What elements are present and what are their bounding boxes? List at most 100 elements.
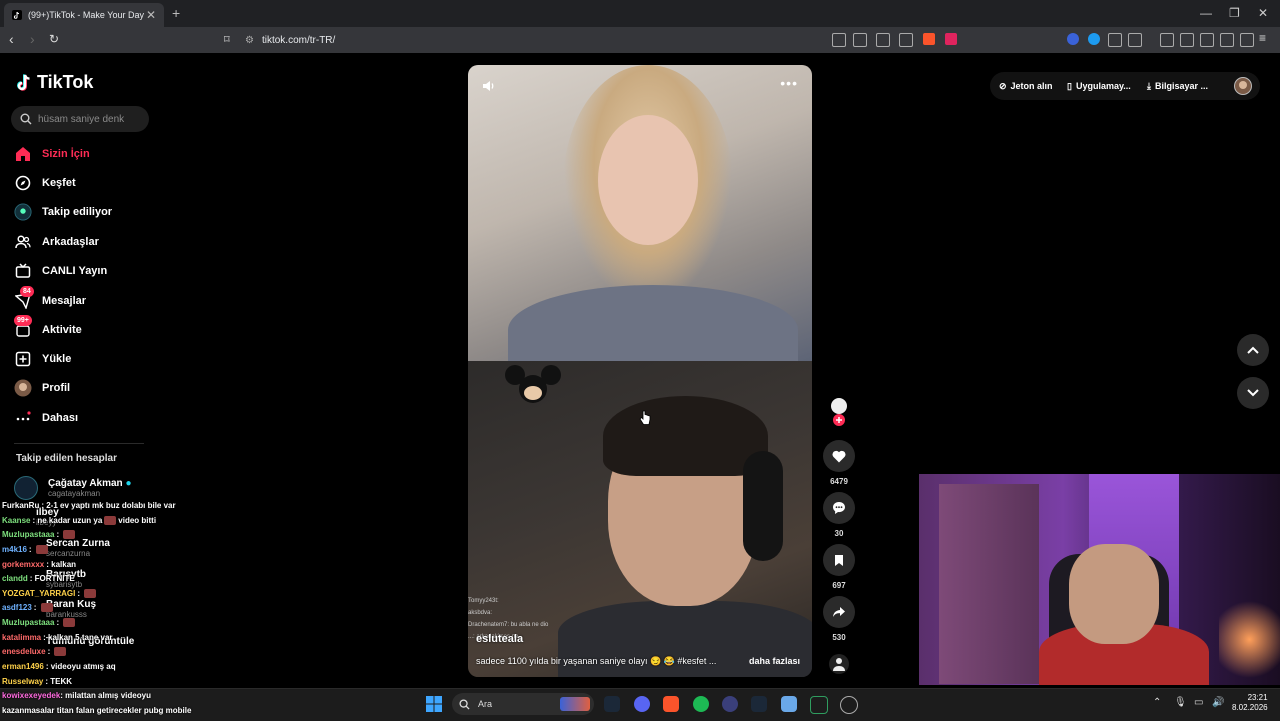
app-icon[interactable] [781, 696, 797, 712]
music-disc-button[interactable] [823, 653, 855, 680]
emote-icon [63, 530, 76, 540]
nav-item-for-you[interactable]: Sizin İçin [14, 143, 90, 165]
steam-icon[interactable] [604, 696, 620, 712]
extension-icon[interactable] [1067, 33, 1079, 45]
browser-tab[interactable]: (99+)TikTok - Make Your Day ✕ [4, 3, 164, 27]
new-tab-icon[interactable]: + [172, 5, 180, 21]
chat-message: clandd: FORTNITE [2, 574, 75, 583]
taskbar-search[interactable]: Ara [452, 693, 594, 715]
cast-icon[interactable] [876, 33, 890, 47]
volume-icon[interactable]: 🔊 [1212, 697, 1224, 708]
nav-item-following[interactable]: Takip ediliyor [14, 201, 112, 223]
site-info-icon[interactable]: ⚙ [245, 35, 254, 46]
nav-item-activity[interactable]: 99+ Aktivite [14, 315, 82, 341]
sidebar-icon[interactable] [1180, 33, 1194, 47]
following-section-title: Takip edilen hesaplar [16, 453, 117, 464]
next-video-button[interactable] [1237, 377, 1269, 409]
address-bar[interactable]: ⚙ tiktok.com/tr-TR/ [245, 30, 865, 50]
comment-count: 30 [834, 529, 844, 538]
emote-icon [35, 545, 48, 555]
translate-icon[interactable] [853, 33, 867, 47]
chat-message: Kaanse: ne kadar uzun ya video bitti [2, 516, 157, 526]
tray-chevron-icon[interactable]: ⌃ [1153, 697, 1161, 708]
extension-icon[interactable] [1088, 33, 1100, 45]
following-account[interactable]: Çağatay Akman ● cagatayakman [14, 476, 132, 500]
music-icon[interactable] [1160, 33, 1174, 47]
app-icon[interactable] [722, 696, 738, 712]
nav-item-upload[interactable]: Yükle [14, 348, 71, 370]
vpn-icon[interactable] [1240, 33, 1254, 47]
home-icon [14, 145, 32, 163]
search-input[interactable]: hüsam saniye denk [11, 106, 149, 132]
windows-start-icon[interactable] [426, 696, 442, 717]
chat-message: katalimma: kalkan 5 tane var [2, 633, 113, 642]
comment-icon [823, 492, 855, 524]
url-text: tiktok.com/tr-TR/ [261, 34, 336, 46]
minimize-icon[interactable]: — [1200, 6, 1212, 20]
reload-icon[interactable]: ↻ [49, 32, 59, 46]
forward-icon[interactable]: › [30, 31, 35, 47]
discord-icon[interactable] [634, 696, 650, 712]
maximize-icon[interactable]: ❐ [1229, 6, 1240, 20]
network-icon[interactable]: ▭ [1194, 697, 1203, 708]
get-coins-button[interactable]: ⊘ Jeton alın [999, 78, 1053, 94]
steam-icon[interactable] [751, 696, 767, 712]
volume-icon[interactable] [482, 79, 496, 96]
microphone-icon[interactable]: 🎙 [1174, 697, 1187, 708]
creator-avatar-button[interactable] [823, 396, 855, 431]
nav-item-explore[interactable]: Keşfet [14, 172, 76, 194]
get-app-button[interactable]: ▯ Uygulamay... [1067, 78, 1131, 94]
back-icon[interactable]: ‹ [9, 31, 14, 47]
brave-icon[interactable] [663, 696, 679, 712]
user-avatar-icon [1234, 77, 1252, 95]
like-button[interactable]: 6479 [823, 440, 855, 486]
video-username[interactable]: esluteala [476, 633, 523, 645]
more-icon [14, 409, 32, 427]
save-button[interactable]: 697 [823, 544, 855, 590]
app-icon[interactable] [840, 696, 858, 714]
heart-icon [823, 440, 855, 472]
chat-message: erman1496: videoyu atmış aq [2, 662, 116, 671]
compass-icon [14, 174, 32, 192]
following-account[interactable]: Sercan Zurna sercanzurna [46, 538, 110, 558]
taskbar-clock[interactable]: 23:21 8.02.2026 [1232, 693, 1268, 713]
share-button[interactable]: 530 [823, 596, 855, 642]
chat-message: m4k16: [2, 545, 50, 555]
video-player[interactable]: ••• Tomyy243t: aksbdva: Drachenatem7: bu… [468, 65, 812, 677]
previous-video-button[interactable] [1237, 334, 1269, 366]
tiktok-logo[interactable]: TikTok [16, 72, 93, 93]
emote-icon [40, 603, 53, 613]
nav-item-profile[interactable]: Profil [14, 377, 70, 399]
tab-close-icon[interactable]: ✕ [146, 8, 156, 22]
hand-cursor-icon [639, 410, 651, 431]
chat-message: Muzlupastaaa: [2, 618, 77, 628]
user-avatar[interactable] [1234, 77, 1252, 100]
share-icon[interactable] [899, 33, 913, 47]
brave-shield-icon[interactable] [923, 33, 935, 45]
download-icon: ⤓ [1147, 80, 1151, 91]
headphones [743, 451, 783, 561]
see-more-link[interactable]: daha fazlası [749, 656, 800, 666]
video-more-icon[interactable]: ••• [780, 75, 798, 91]
mickey-plush [505, 365, 561, 403]
spotify-icon[interactable] [693, 696, 709, 712]
nav-item-more[interactable]: Dahası [14, 407, 78, 429]
music-disc-icon [829, 654, 849, 674]
xbox-icon[interactable] [810, 696, 828, 714]
window-close-icon[interactable]: ✕ [1258, 6, 1268, 20]
bookmark-icon[interactable]: ⌑ [224, 33, 230, 46]
puzzle-icon[interactable] [1108, 33, 1122, 47]
tab-title: (99+)TikTok - Make Your Day [28, 10, 144, 20]
extension-icon[interactable] [1128, 33, 1142, 47]
comment-button[interactable]: 30 [823, 492, 855, 538]
nav-item-messages[interactable]: 84 Mesajlar [14, 286, 86, 312]
ai-icon[interactable] [1220, 33, 1234, 47]
nav-item-friends[interactable]: Arkadaşlar [14, 231, 99, 253]
desktop-app-button[interactable]: ⤓ Bilgisayar ... [1147, 78, 1208, 94]
menu-icon[interactable]: ≡ [1259, 31, 1271, 45]
nav-item-live[interactable]: CANLI Yayın [14, 260, 107, 282]
search-icon [459, 698, 470, 710]
media-icon[interactable] [832, 33, 846, 47]
brave-rewards-icon[interactable] [945, 33, 957, 45]
wallet-icon[interactable] [1200, 33, 1214, 47]
